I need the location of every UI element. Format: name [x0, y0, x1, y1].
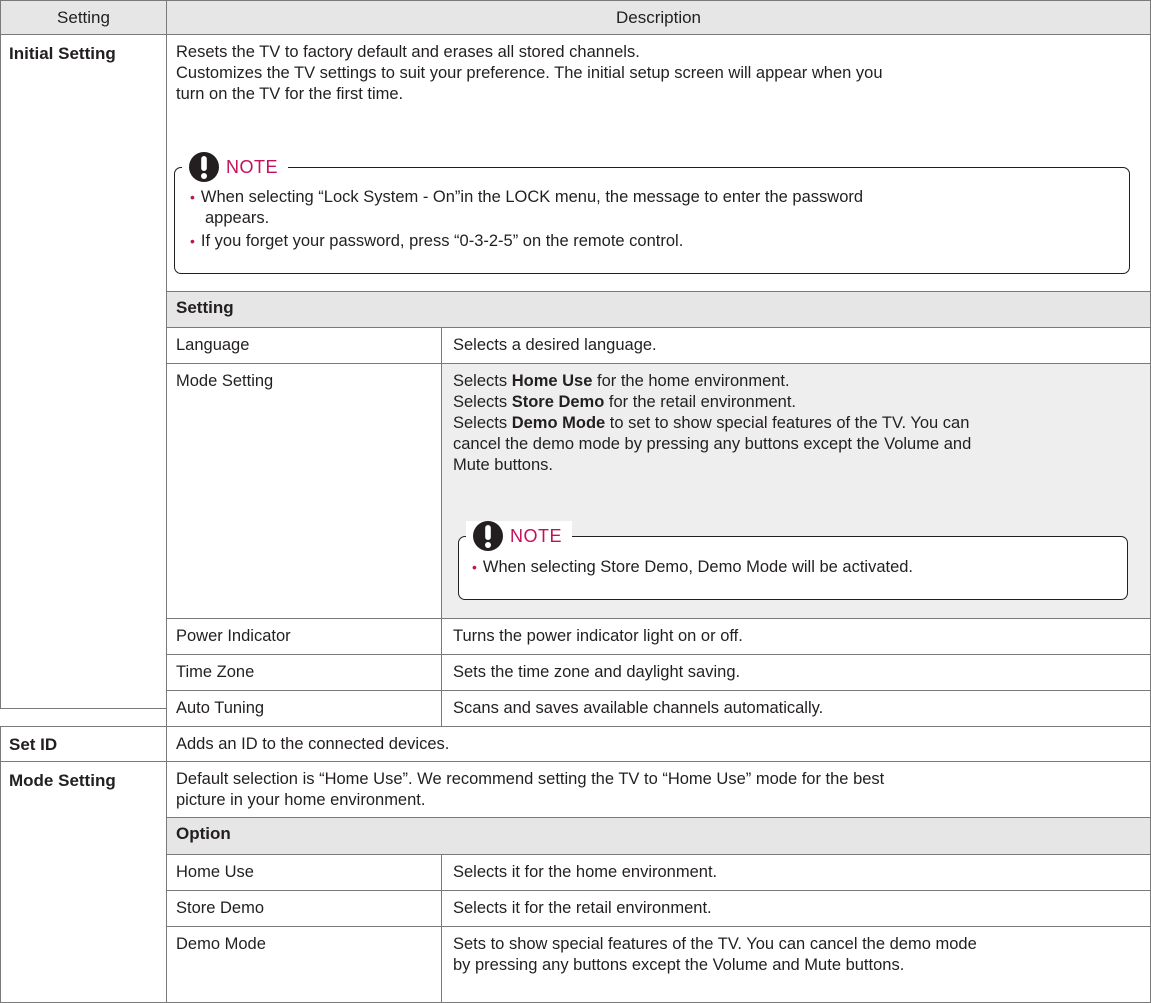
desc-line: Customizes the TV settings to suit your … — [176, 64, 883, 82]
note-header: NOTE — [182, 152, 289, 182]
note-item: • When selecting Store Demo, Demo Mode wi… — [472, 558, 914, 576]
setting-name-mode-setting: Mode Setting — [166, 363, 442, 619]
desc-line: Selects Home Use for the home environmen… — [453, 372, 790, 390]
note-item: • If you forget your password, press “0-3… — [190, 232, 684, 250]
desc-line: Resets the TV to factory default and era… — [176, 43, 640, 61]
subheader-setting: Setting — [166, 291, 1151, 328]
note-box — [174, 167, 1130, 274]
desc-line: cancel the demo mode by pressing any but… — [453, 435, 972, 453]
setting-name-time-zone: Time Zone — [166, 654, 442, 691]
desc-line: Selects Demo Mode to set to show special… — [453, 414, 970, 432]
desc-line: Sets to show special features of the TV.… — [453, 935, 977, 953]
note-title: NOTE — [510, 525, 563, 546]
setting-desc-power-indicator: Turns the power indicator light on or of… — [441, 618, 1151, 655]
note-item: • When selecting “Lock System - On”in the… — [190, 188, 864, 206]
subheader-option: Option — [166, 817, 1151, 855]
setting-name-auto-tuning: Auto Tuning — [166, 690, 442, 727]
setting-name-language: Language — [166, 327, 442, 364]
desc-line: picture in your home environment. — [176, 791, 426, 809]
note-item-cont: appears. — [205, 209, 270, 227]
setting-desc-language: Selects a desired language. — [441, 327, 1151, 364]
option-name-home-use: Home Use — [166, 854, 442, 891]
option-desc-demo-mode: Sets to show special features of the TV.… — [441, 926, 1151, 1003]
option-desc-home-use: Selects it for the home environment. — [441, 854, 1151, 891]
exclamation-icon — [473, 521, 503, 551]
desc-line: turn on the TV for the first time. — [176, 85, 404, 103]
setting-desc-auto-tuning: Scans and saves available channels autom… — [441, 690, 1151, 727]
row-label-set-id: Set ID — [0, 726, 167, 762]
row-label-initial-setting: Initial Setting — [0, 34, 167, 709]
setting-desc-time-zone: Sets the time zone and daylight saving. — [441, 654, 1151, 691]
desc-line: Default selection is “Home Use”. We reco… — [176, 770, 885, 788]
setting-name-power-indicator: Power Indicator — [166, 618, 442, 655]
option-desc-store-demo: Selects it for the retail environment. — [441, 890, 1151, 927]
note-header: NOTE — [466, 521, 573, 551]
note-title: NOTE — [226, 156, 279, 177]
exclamation-icon — [189, 152, 219, 182]
row-label-mode-setting: Mode Setting — [0, 761, 167, 1003]
settings-table: Setting Description Initial Setting Rese… — [0, 0, 1151, 1003]
mode-setting-description: Default selection is “Home Use”. We reco… — [166, 761, 1151, 818]
desc-line: by pressing any buttons except the Volum… — [453, 956, 905, 974]
header-setting: Setting — [0, 0, 167, 35]
desc-line: Selects Store Demo for the retail enviro… — [453, 393, 796, 411]
option-name-demo-mode: Demo Mode — [166, 926, 442, 1003]
header-description: Description — [166, 0, 1151, 35]
desc-line: Mute buttons. — [453, 456, 553, 474]
option-name-store-demo: Store Demo — [166, 890, 442, 927]
set-id-description: Adds an ID to the connected devices. — [166, 726, 1151, 762]
